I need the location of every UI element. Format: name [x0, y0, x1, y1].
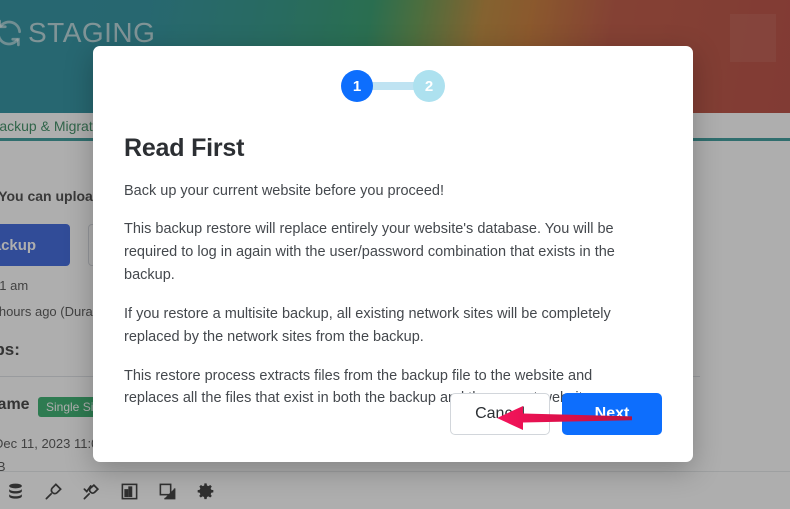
next-button[interactable]: Next	[562, 393, 662, 435]
modal-paragraph-2: If you restore a multisite backup, all e…	[124, 305, 611, 345]
modal-lead-text: Back up your current website before you …	[124, 183, 444, 199]
step-indicator-2[interactable]: 2	[413, 70, 445, 102]
step-indicator-1[interactable]: 1	[341, 70, 373, 102]
screenshot-root: STAGING Backup & Migration ? You can upl…	[0, 0, 790, 509]
read-first-modal: 1 2 Read First Back up your current webs…	[93, 46, 693, 462]
modal-title: Read First	[124, 134, 245, 162]
cancel-button[interactable]: Cancel	[450, 393, 550, 435]
modal-paragraph-1: This backup restore will replace entirel…	[124, 221, 615, 283]
step-connector-line	[371, 82, 415, 90]
wizard-stepper: 1 2	[124, 46, 662, 102]
modal-action-bar: Cancel Next	[450, 393, 662, 435]
